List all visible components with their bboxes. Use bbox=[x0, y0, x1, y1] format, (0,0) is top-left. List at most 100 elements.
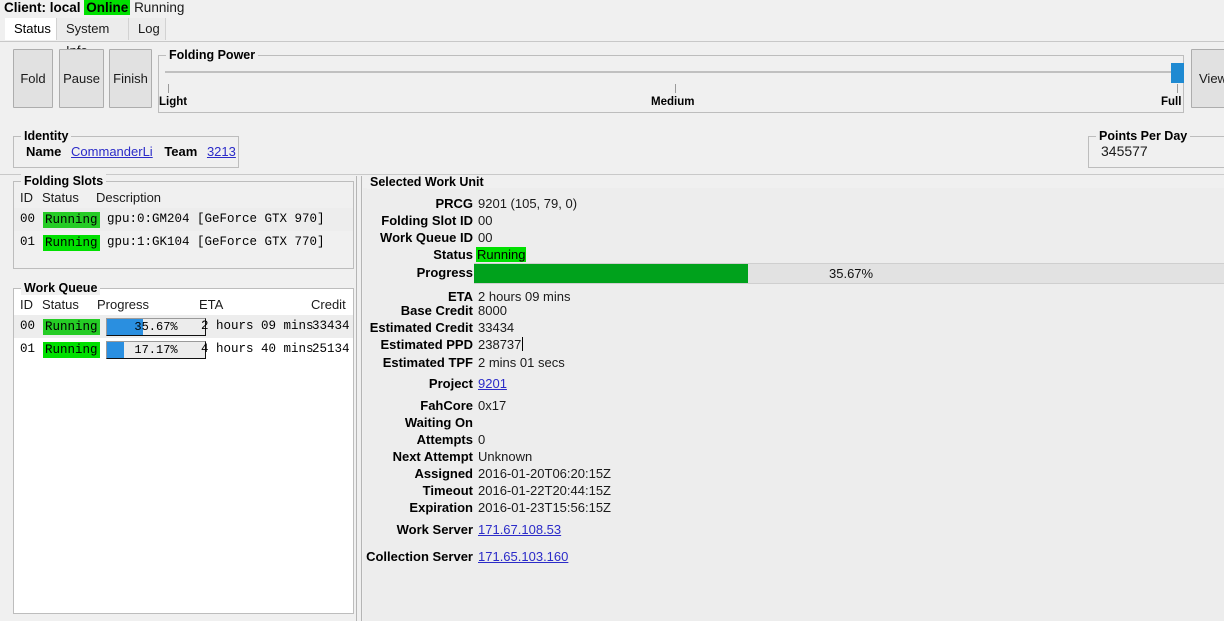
folding-slots-legend: Folding Slots bbox=[21, 174, 107, 188]
progress-label: 17.17% bbox=[134, 343, 178, 357]
folding-power-group: Folding Power Light Medium Full bbox=[158, 48, 1184, 113]
identity-team-link[interactable]: 3213 bbox=[207, 144, 236, 159]
tab-bar: Status System Info Log bbox=[0, 18, 1224, 58]
work-queue-id: 00 bbox=[20, 319, 36, 333]
swu-label-work-queue-id: Work Queue ID bbox=[380, 230, 473, 245]
swu-value-work-queue-id: 00 bbox=[478, 230, 493, 245]
swu-label-expiration: Expiration bbox=[409, 500, 473, 515]
points-per-day-legend: Points Per Day bbox=[1096, 129, 1191, 143]
progress-label: 35.67% bbox=[829, 266, 874, 281]
swu-value-fahcore: 0x17 bbox=[478, 398, 507, 413]
swu-label-folding-slot-id: Folding Slot ID bbox=[381, 213, 473, 228]
text-caret bbox=[522, 337, 524, 351]
folding-slot-id: 00 bbox=[20, 212, 36, 226]
work-queue-progress-bar: 35.67% bbox=[106, 318, 206, 336]
swu-value-timeout: 2016-01-22T20:44:15Z bbox=[478, 483, 611, 498]
swu-label-eta: ETA bbox=[447, 289, 473, 304]
status-badge: Running bbox=[43, 235, 100, 251]
folding-slots-table: ID Status Description 00 Running gpu:0:G… bbox=[14, 188, 353, 268]
table-row[interactable]: 01 Running gpu:1:GK104 [GeForce GTX 770] bbox=[14, 231, 353, 254]
swu-label-next-attempt: Next Attempt bbox=[392, 449, 473, 464]
folding-slot-id: 01 bbox=[20, 235, 36, 249]
work-queue-col-progress[interactable]: Progress bbox=[97, 295, 149, 315]
swu-value-attempts: 0 bbox=[478, 432, 486, 447]
swu-label-prcg: PRCG bbox=[435, 196, 473, 211]
folding-slots-group: Folding Slots ID Status Description 00 R… bbox=[13, 174, 354, 269]
swu-label-work-server: Work Server bbox=[396, 522, 473, 537]
folding-slots-header-row: ID Status Description bbox=[14, 188, 353, 209]
folding-power-slider-handle[interactable] bbox=[1171, 63, 1184, 83]
work-queue-progress-bar: 17.17% bbox=[106, 341, 206, 359]
pause-button[interactable]: Pause bbox=[59, 49, 104, 108]
folding-slot-status: Running bbox=[43, 234, 100, 251]
swu-value-base-credit: 8000 bbox=[478, 303, 507, 318]
work-server-link-text: 171.67.108.53 bbox=[478, 522, 562, 537]
folding-power-slider-track[interactable] bbox=[165, 71, 1177, 73]
swu-value-work-server-link[interactable]: 171.67.108.53 bbox=[478, 522, 561, 537]
finish-button[interactable]: Finish bbox=[109, 49, 152, 108]
swu-label-estimated-credit: Estimated Credit bbox=[369, 320, 473, 335]
swu-label-fahcore: FahCore bbox=[420, 398, 473, 413]
run-status-text: Running bbox=[134, 0, 185, 15]
work-queue-status: Running bbox=[43, 318, 100, 335]
swu-value-project-link[interactable]: 9201 bbox=[478, 376, 507, 391]
identity-group: Identity Name CommanderLi Team 3213 bbox=[13, 129, 239, 168]
swu-label-waiting-on: Waiting On bbox=[404, 415, 473, 430]
work-queue-eta: 4 hours 40 mins bbox=[201, 342, 314, 356]
swu-label-progress: Progress bbox=[416, 265, 473, 280]
fold-button[interactable]: Fold bbox=[13, 49, 53, 108]
slider-label-full: Full bbox=[1161, 96, 1182, 108]
work-queue-col-id[interactable]: ID bbox=[20, 295, 33, 315]
work-queue-table: ID Status Progress ETA Credit 00 Running… bbox=[14, 295, 353, 375]
swu-label-timeout: Timeout bbox=[422, 483, 473, 498]
status-badge: Running bbox=[43, 212, 100, 228]
slider-tick-light bbox=[168, 84, 169, 93]
work-queue-header-row: ID Status Progress ETA Credit bbox=[14, 295, 353, 316]
points-per-day-group: Points Per Day 345577 bbox=[1088, 129, 1224, 168]
slider-label-light: Light bbox=[159, 96, 188, 108]
swu-progress-bar: 35.67% bbox=[474, 263, 1224, 284]
status-badge: Running bbox=[43, 319, 100, 335]
folding-slot-description: gpu:1:GK104 [GeForce GTX 770] bbox=[107, 235, 325, 249]
folding-slots-col-status[interactable]: Status bbox=[42, 188, 79, 208]
work-queue-col-credit[interactable]: Credit bbox=[311, 295, 346, 315]
folding-slots-col-id[interactable]: ID bbox=[20, 188, 33, 208]
table-row[interactable]: 00 Running 35.67% 2 hours 09 mins 33434 bbox=[14, 315, 353, 338]
swu-value-estimated-tpf: 2 mins 01 secs bbox=[478, 355, 565, 370]
work-queue-credit: 33434 bbox=[312, 319, 350, 333]
swu-value-assigned: 2016-01-20T06:20:15Z bbox=[478, 466, 611, 481]
table-row[interactable]: 00 Running gpu:0:GM204 [GeForce GTX 970] bbox=[14, 208, 353, 231]
swu-value-estimated-ppd: 238737 bbox=[478, 337, 522, 352]
swu-value-status: Running bbox=[476, 247, 527, 262]
identity-team-label: Team bbox=[164, 144, 198, 159]
folding-slot-status: Running bbox=[43, 211, 100, 228]
swu-value-folding-slot-id: 00 bbox=[478, 213, 493, 228]
progress-fill bbox=[474, 264, 748, 283]
work-queue-col-eta[interactable]: ETA bbox=[199, 295, 223, 315]
slider-label-medium: Medium bbox=[651, 96, 695, 108]
work-queue-id: 01 bbox=[20, 342, 36, 356]
connection-status-badge: Online bbox=[84, 0, 131, 15]
work-queue-eta: 2 hours 09 mins bbox=[201, 319, 314, 333]
view-button[interactable]: View bbox=[1191, 49, 1224, 108]
work-queue-col-status[interactable]: Status bbox=[42, 295, 79, 315]
folding-slots-col-desc[interactable]: Description bbox=[96, 188, 161, 208]
swu-label-assigned: Assigned bbox=[414, 466, 473, 481]
tab-system-info[interactable]: System Info bbox=[57, 18, 129, 58]
project-link-text: 9201 bbox=[478, 376, 507, 391]
swu-value-expiration: 2016-01-23T15:56:15Z bbox=[478, 500, 611, 515]
fold-button-label: Fold bbox=[20, 71, 46, 86]
swu-value-collection-server-link[interactable]: 171.65.103.160 bbox=[478, 549, 568, 564]
identity-name-link[interactable]: CommanderLi bbox=[71, 144, 153, 159]
swu-label-attempts: Attempts bbox=[416, 432, 473, 447]
tab-status[interactable]: Status bbox=[5, 18, 57, 40]
slider-tick-medium bbox=[675, 84, 676, 93]
swu-label-collection-server: Collection Server bbox=[366, 549, 473, 564]
swu-value-eta: 2 hours 09 mins bbox=[478, 289, 571, 304]
client-status-line: Client: local Online Running bbox=[4, 0, 184, 17]
swu-value-estimated-credit: 33434 bbox=[478, 320, 515, 335]
tab-log[interactable]: Log bbox=[129, 18, 166, 40]
swu-label-estimated-tpf: Estimated TPF bbox=[382, 355, 473, 370]
table-row[interactable]: 01 Running 17.17% 4 hours 40 mins 25134 bbox=[14, 338, 353, 361]
selected-work-unit-legend: Selected Work Unit bbox=[367, 175, 487, 189]
